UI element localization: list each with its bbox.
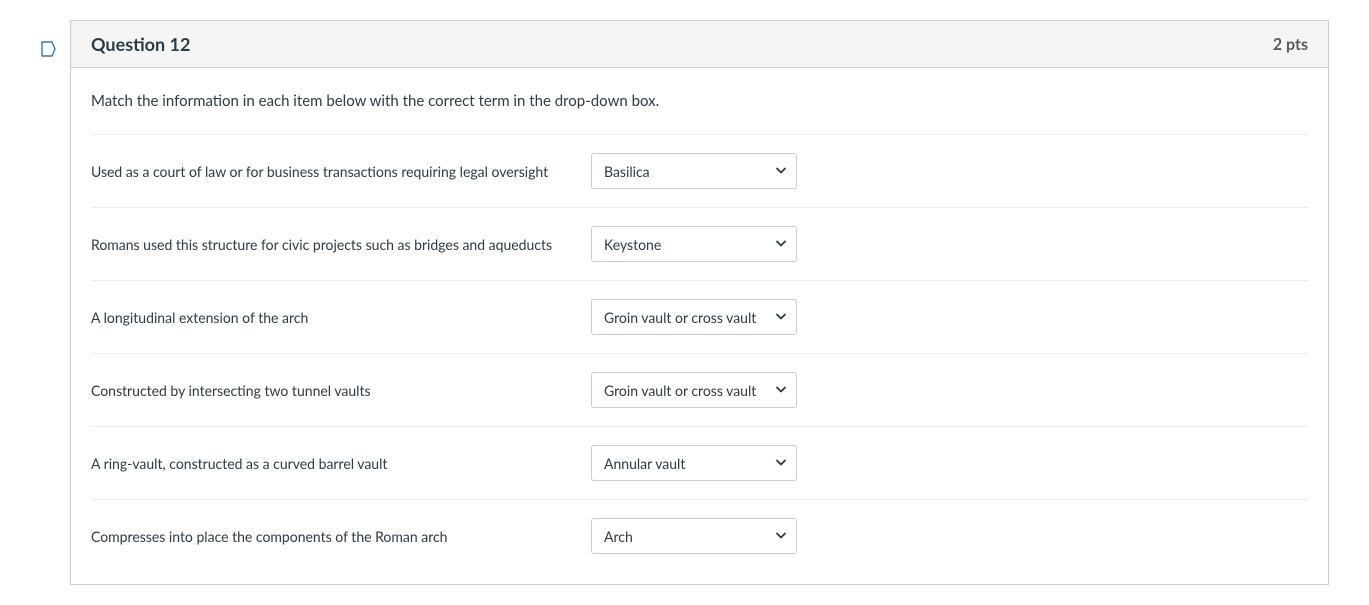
question-body: Match the information in each item below… — [71, 68, 1328, 584]
selected-value: Groin vault or cross vault — [591, 299, 797, 335]
answer-select[interactable]: Keystone — [591, 226, 797, 262]
match-row: Romans used this structure for civic pro… — [91, 207, 1308, 280]
match-prompt: Used as a court of law or for business t… — [91, 163, 571, 180]
question-header: Question 12 2 pts — [71, 21, 1328, 68]
question-box: Question 12 2 pts Match the information … — [70, 20, 1329, 585]
flag-icon[interactable] — [40, 40, 58, 61]
match-row: A longitudinal extension of the arch Gro… — [91, 280, 1308, 353]
match-row: Compresses into place the components of … — [91, 499, 1308, 572]
selected-value: Basilica — [591, 153, 797, 189]
match-prompt: A ring-vault, constructed as a curved ba… — [91, 455, 571, 472]
match-prompt: Compresses into place the components of … — [91, 528, 571, 545]
match-prompt: A longitudinal extension of the arch — [91, 309, 571, 326]
answer-select[interactable]: Groin vault or cross vault — [591, 299, 797, 335]
answer-select[interactable]: Basilica — [591, 153, 797, 189]
match-row: Constructed by intersecting two tunnel v… — [91, 353, 1308, 426]
question-points: 2 pts — [1273, 35, 1308, 54]
match-prompt: Constructed by intersecting two tunnel v… — [91, 382, 571, 399]
match-prompt: Romans used this structure for civic pro… — [91, 236, 571, 253]
question-title: Question 12 — [91, 33, 190, 55]
question-instructions: Match the information in each item below… — [91, 92, 1308, 134]
question-container: Question 12 2 pts Match the information … — [40, 20, 1329, 585]
selected-value: Annular vault — [591, 445, 797, 481]
answer-select[interactable]: Groin vault or cross vault — [591, 372, 797, 408]
answer-select[interactable]: Arch — [591, 518, 797, 554]
selected-value: Keystone — [591, 226, 797, 262]
selected-value: Groin vault or cross vault — [591, 372, 797, 408]
match-row: Used as a court of law or for business t… — [91, 134, 1308, 207]
selected-value: Arch — [591, 518, 797, 554]
answer-select[interactable]: Annular vault — [591, 445, 797, 481]
match-row: A ring-vault, constructed as a curved ba… — [91, 426, 1308, 499]
